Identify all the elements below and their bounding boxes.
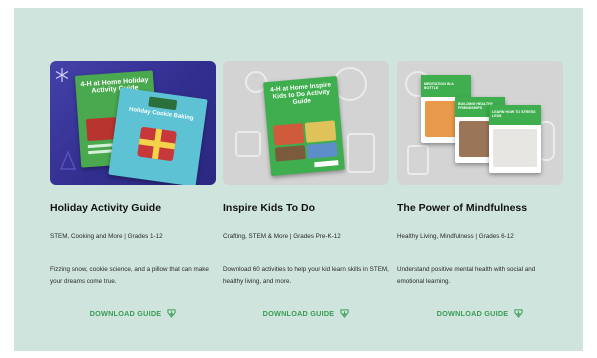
guide-cover: LEARN HOW TO STRESS LESS	[489, 105, 541, 173]
gift-illustration	[137, 126, 177, 162]
guides-panel: 4-H at Home Holiday Activity Guide Holid…	[14, 8, 583, 351]
download-label: DOWNLOAD GUIDE	[89, 309, 162, 318]
guide-thumbnail[interactable]: 4-H at Home Holiday Activity Guide Holid…	[50, 61, 216, 185]
guide-cover-front: Holiday Cookie Baking	[108, 87, 208, 185]
guide-card-inspire: 4-H at Home Inspire Kids to Do Activity …	[223, 61, 389, 318]
download-guide-button[interactable]: DOWNLOAD GUIDE	[397, 309, 563, 318]
guide-cover: 4-H at Home Inspire Kids to Do Activity …	[263, 75, 345, 177]
tree-decoration-icon	[60, 151, 76, 170]
download-arrow-icon	[167, 309, 176, 318]
guide-thumbnail[interactable]: MEDITATION IN A BOTTLE BUILDING HEALTHY …	[397, 61, 563, 185]
guide-meta: Healthy Living, Mindfulness | Grades 6-1…	[397, 233, 514, 240]
download-arrow-icon	[340, 309, 349, 318]
snowflake-icon	[55, 68, 69, 82]
cover-logo	[148, 96, 178, 111]
guide-title[interactable]: Holiday Activity Guide	[50, 202, 216, 216]
guide-description: Fizzing snow, cookie science, and a pill…	[50, 266, 209, 285]
cover-title: LEARN HOW TO STRESS LESS	[492, 110, 536, 118]
download-label: DOWNLOAD GUIDE	[262, 309, 335, 318]
download-guide-button[interactable]: DOWNLOAD GUIDE	[50, 309, 216, 318]
guide-thumbnail[interactable]: 4-H at Home Inspire Kids to Do Activity …	[223, 61, 389, 185]
background-doodle	[347, 133, 375, 173]
guide-card-holiday: 4-H at Home Holiday Activity Guide Holid…	[50, 61, 216, 318]
guide-meta: Crafting, STEM & More | Grades Pre-K-12	[223, 233, 341, 240]
cover-subtitle: Holiday Cookie Baking	[128, 106, 194, 122]
cover-title: MEDITATION IN A BOTTLE	[424, 82, 454, 90]
download-label: DOWNLOAD GUIDE	[436, 309, 509, 318]
download-arrow-icon	[514, 309, 523, 318]
background-doodle	[407, 145, 429, 175]
guide-card-mindfulness: MEDITATION IN A BOTTLE BUILDING HEALTHY …	[397, 61, 563, 318]
guide-title[interactable]: Inspire Kids To Do	[223, 202, 389, 216]
background-doodle	[235, 131, 261, 157]
cover-title: 4-H at Home Inspire Kids to Do Activity …	[269, 81, 332, 106]
guide-description: Download 60 activities to help your kid …	[223, 266, 389, 285]
guide-meta: STEM, Cooking and More | Grades 1-12	[50, 233, 163, 240]
guide-title[interactable]: The Power of Mindfulness	[397, 202, 563, 216]
download-guide-button[interactable]: DOWNLOAD GUIDE	[223, 309, 389, 318]
guide-description: Understand positive mental health with s…	[397, 266, 536, 285]
